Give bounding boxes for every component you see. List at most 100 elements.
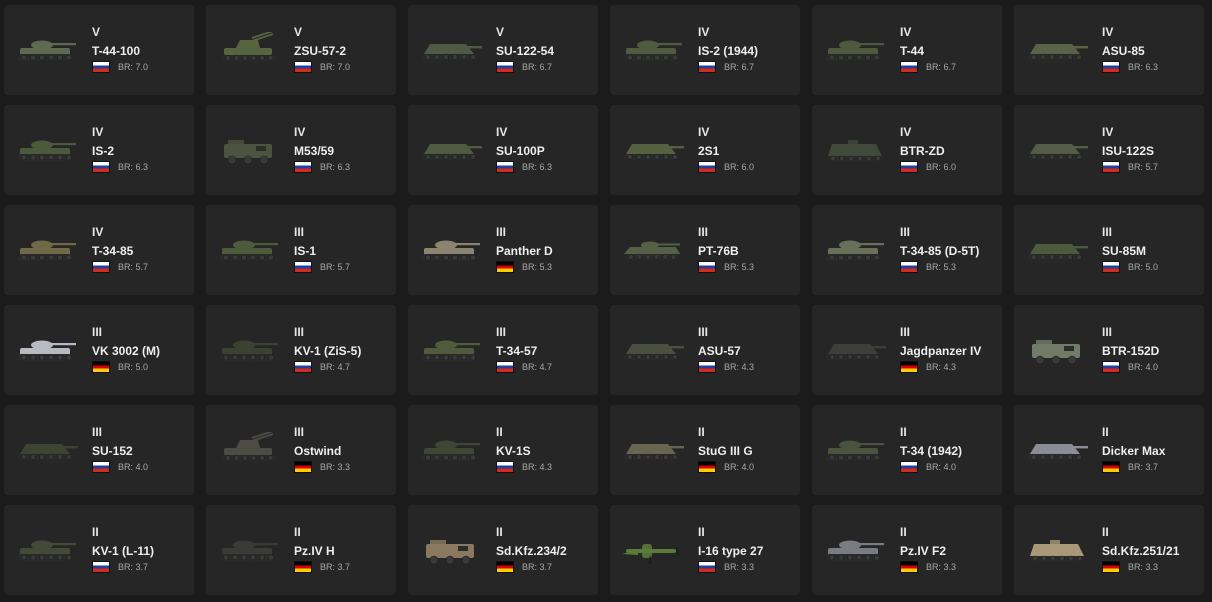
vehicle-card[interactable]: III IS-1 BR: 5.7 <box>206 205 396 295</box>
battle-rating: BR: 4.7 <box>320 362 351 372</box>
ussr-flag-icon <box>698 261 716 273</box>
vehicle-thumbnail-icon <box>822 532 888 568</box>
vehicle-info: III IS-1 BR: 5.7 <box>294 225 350 273</box>
vehicle-name: ZSU-57-2 <box>294 44 347 58</box>
vehicle-info: III T-34-85 (D-5T) BR: 5.3 <box>900 225 979 273</box>
vehicle-card[interactable]: III Ostwind BR: 3.3 <box>206 405 396 495</box>
vehicle-card[interactable]: IV IS-2 BR: 6.3 <box>4 105 194 195</box>
vehicle-name: KV-1 (L-11) <box>92 544 155 558</box>
vehicle-card[interactable]: II Pz.IV F2 BR: 3.3 <box>812 505 1002 595</box>
vehicle-info: IV 2S1 BR: 6.0 <box>698 125 754 173</box>
vehicle-info: IV ASU-85 BR: 6.3 <box>1102 25 1158 73</box>
vehicle-card[interactable]: IV 2S1 BR: 6.0 <box>610 105 800 195</box>
vehicle-card[interactable]: III BTR-152D BR: 4.0 <box>1014 305 1204 395</box>
vehicle-card[interactable]: III KV-1 (ZiS-5) BR: 4.7 <box>206 305 396 395</box>
battle-rating: BR: 7.0 <box>118 62 149 72</box>
vehicle-card[interactable]: II StuG III G BR: 4.0 <box>610 405 800 495</box>
vehicle-card[interactable]: IV T-34-85 BR: 5.7 <box>4 205 194 295</box>
vehicle-card[interactable]: IV IS-2 (1944) BR: 6.7 <box>610 5 800 95</box>
ussr-flag-icon <box>92 161 110 173</box>
ussr-flag-icon <box>496 61 514 73</box>
vehicle-rank: IV <box>92 225 104 239</box>
vehicle-card[interactable]: III T-34-85 (D-5T) BR: 5.3 <box>812 205 1002 295</box>
vehicle-card[interactable]: III ASU-57 BR: 4.3 <box>610 305 800 395</box>
ussr-flag-icon <box>900 161 918 173</box>
vehicle-name: Pz.IV H <box>294 544 335 558</box>
vehicle-thumbnail-icon <box>1024 132 1090 168</box>
vehicle-card[interactable]: II Sd.Kfz.234/2 BR: 3.7 <box>408 505 598 595</box>
vehicle-card[interactable]: V ZSU-57-2 BR: 7.0 <box>206 5 396 95</box>
ussr-flag-icon <box>92 461 110 473</box>
vehicle-card[interactable]: II Dicker Max BR: 3.7 <box>1014 405 1204 495</box>
vehicle-thumbnail-icon <box>620 432 686 468</box>
germany-flag-icon <box>496 261 514 273</box>
vehicle-rank: III <box>92 425 103 439</box>
vehicle-card[interactable]: II KV-1 (L-11) BR: 3.7 <box>4 505 194 595</box>
ussr-flag-icon <box>698 561 716 573</box>
vehicle-thumbnail-icon <box>418 332 484 368</box>
vehicle-card[interactable]: V SU-122-54 BR: 6.7 <box>408 5 598 95</box>
battle-rating: BR: 6.3 <box>118 162 149 172</box>
vehicle-name: T-34-85 (D-5T) <box>900 244 980 258</box>
vehicle-card[interactable]: IV BTR-ZD BR: 6.0 <box>812 105 1002 195</box>
ussr-flag-icon <box>294 261 312 273</box>
vehicle-rank: III <box>698 325 709 339</box>
vehicle-meta: BR: 3.3 <box>698 561 763 573</box>
vehicle-info: III SU-85M BR: 5.0 <box>1102 225 1158 273</box>
vehicle-thumbnail-icon <box>1024 432 1090 468</box>
vehicle-rank: II <box>698 425 705 439</box>
battle-rating: BR: 7.0 <box>320 62 351 72</box>
vehicle-info: III KV-1 (ZiS-5) BR: 4.7 <box>294 325 361 373</box>
vehicle-card[interactable]: III SU-152 BR: 4.0 <box>4 405 194 495</box>
vehicle-info: IV IS-2 (1944) BR: 6.7 <box>698 25 758 73</box>
vehicle-card[interactable]: III PT-76B BR: 5.3 <box>610 205 800 295</box>
battle-rating: BR: 4.3 <box>724 362 755 372</box>
battle-rating: BR: 4.3 <box>522 462 553 472</box>
germany-flag-icon <box>294 461 312 473</box>
vehicle-card[interactable]: IV T-44 BR: 6.7 <box>812 5 1002 95</box>
battle-rating: BR: 6.7 <box>926 62 957 72</box>
vehicle-name: IS-2 (1944) <box>698 44 759 58</box>
vehicle-card[interactable]: II Pz.IV H BR: 3.7 <box>206 505 396 595</box>
vehicle-thumbnail-icon <box>1024 32 1090 68</box>
vehicle-card[interactable]: III T-34-57 BR: 4.7 <box>408 305 598 395</box>
vehicle-card[interactable]: IV SU-100P BR: 6.3 <box>408 105 598 195</box>
vehicle-rank: III <box>1102 325 1113 339</box>
vehicle-meta: BR: 7.0 <box>294 61 350 73</box>
vehicle-info: IV BTR-ZD BR: 6.0 <box>900 125 956 173</box>
vehicle-name: SU-100P <box>496 144 545 158</box>
vehicle-meta: BR: 6.3 <box>294 161 350 173</box>
vehicle-rank: II <box>92 525 99 539</box>
vehicle-info: II KV-1S BR: 4.3 <box>496 425 552 473</box>
vehicle-meta: BR: 6.0 <box>900 161 956 173</box>
vehicle-thumbnail-icon <box>418 32 484 68</box>
vehicle-card[interactable]: II KV-1S BR: 4.3 <box>408 405 598 495</box>
vehicle-card[interactable]: III SU-85M BR: 5.0 <box>1014 205 1204 295</box>
vehicle-card[interactable]: IV ASU-85 BR: 6.3 <box>1014 5 1204 95</box>
vehicle-name: SU-122-54 <box>496 44 555 58</box>
vehicle-card[interactable]: IV M53/59 BR: 6.3 <box>206 105 396 195</box>
vehicle-meta: BR: 3.7 <box>92 561 154 573</box>
vehicle-card[interactable]: III Jagdpanzer IV BR: 4.3 <box>812 305 1002 395</box>
germany-flag-icon <box>496 561 514 573</box>
vehicle-rank: III <box>1102 225 1113 239</box>
vehicle-meta: BR: 4.7 <box>294 361 361 373</box>
vehicle-card[interactable]: III VK 3002 (M) BR: 5.0 <box>4 305 194 395</box>
vehicle-rank: IV <box>294 125 306 139</box>
vehicle-rank: III <box>900 225 911 239</box>
vehicle-name: T-44 <box>900 44 925 58</box>
vehicle-rank: III <box>294 325 305 339</box>
ussr-flag-icon <box>900 461 918 473</box>
vehicle-card[interactable]: II Sd.Kfz.251/21 BR: 3.3 <box>1014 505 1204 595</box>
vehicle-rank: II <box>900 525 907 539</box>
ussr-flag-icon <box>1102 161 1120 173</box>
vehicle-card[interactable]: III Panther D BR: 5.3 <box>408 205 598 295</box>
vehicle-meta: BR: 4.0 <box>698 461 754 473</box>
vehicle-meta: BR: 6.3 <box>496 161 552 173</box>
vehicle-card[interactable]: II T-34 (1942) BR: 4.0 <box>812 405 1002 495</box>
vehicle-card[interactable]: V T-44-100 BR: 7.0 <box>4 5 194 95</box>
vehicle-card[interactable]: IV ISU-122S BR: 5.7 <box>1014 105 1204 195</box>
vehicle-thumbnail-icon <box>620 232 686 268</box>
vehicle-rank: II <box>294 525 301 539</box>
vehicle-card[interactable]: II I-16 type 27 BR: 3.3 <box>610 505 800 595</box>
